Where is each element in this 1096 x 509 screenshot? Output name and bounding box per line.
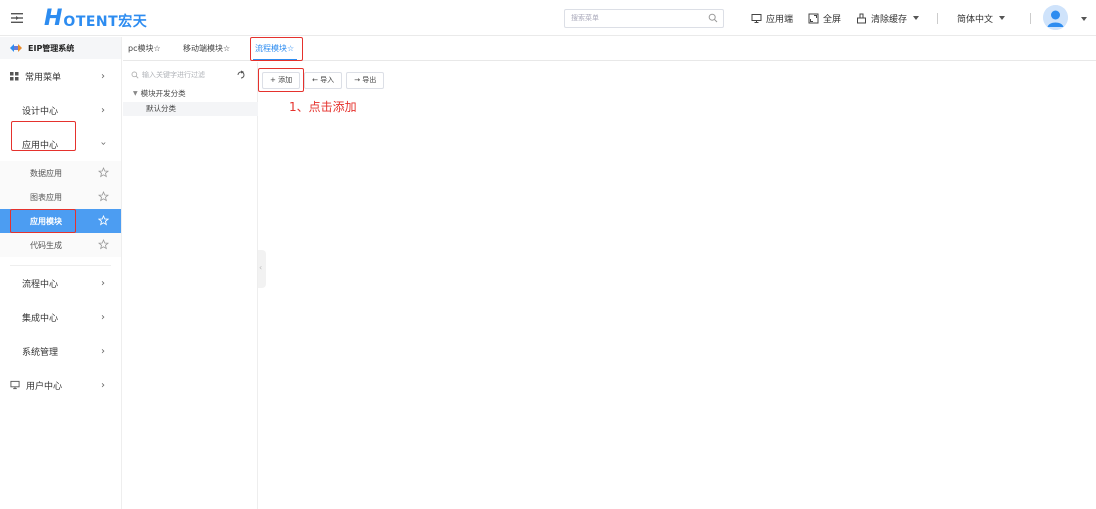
grid-icon	[10, 71, 19, 80]
refresh-icon[interactable]	[236, 70, 246, 80]
sidebar-item-flow[interactable]: 流程中心 ›	[0, 266, 121, 300]
star-icon[interactable]	[98, 239, 109, 250]
avatar[interactable]	[1043, 5, 1068, 30]
highlight-box-app-center	[11, 121, 76, 151]
caret-down-icon	[999, 16, 1006, 20]
sidebar-item-label: 设计中心	[22, 106, 59, 117]
tree-filter-placeholder: 输入关键字进行过滤	[142, 71, 205, 79]
sidebar-sub-item-label: 图表应用	[30, 192, 62, 202]
user-avatar-icon	[1043, 5, 1068, 30]
export-button[interactable]: → 导出	[346, 72, 385, 89]
chevron-right-icon: ›	[101, 105, 105, 116]
chevron-left-icon: ‹	[259, 263, 263, 272]
language-dropdown[interactable]: 简体中文	[957, 11, 1006, 25]
fullscreen-icon	[808, 13, 819, 23]
sidebar-sub-item-label: 数据应用	[30, 168, 62, 178]
top-header: H OTENT宏天 搜索菜单 应用端 全屏 清除缓存 简体中文	[0, 0, 1096, 36]
tab-mobile-module[interactable]: 移动端模块☆	[183, 43, 230, 54]
star-icon[interactable]	[98, 167, 109, 178]
tree-node-label: 模块开发分类	[140, 89, 186, 98]
chevron-down-icon: ›	[97, 141, 109, 146]
chevron-right-icon: ›	[101, 312, 105, 323]
sidebar-item-user-center[interactable]: 用户中心 ›	[0, 368, 121, 402]
chevron-right-icon: ›	[101, 346, 105, 357]
tree-filter-input[interactable]: 输入关键字进行过滤	[131, 70, 205, 80]
sidebar: EIP管理系统 常用菜单 › 设计中心 › 应用中心 › 数据应用 图表应用 应…	[0, 37, 122, 509]
category-tree-panel: 输入关键字进行过滤 ▼ 模块开发分类 默认分类	[123, 62, 258, 509]
star-icon[interactable]	[98, 215, 109, 226]
sidebar-item-label: 用户中心	[26, 381, 63, 392]
monitor-icon	[10, 380, 20, 390]
sidebar-sub-item-code-gen[interactable]: 代码生成	[0, 233, 121, 257]
star-icon[interactable]	[98, 191, 109, 202]
search-icon	[131, 71, 139, 79]
sidebar-item-favorites[interactable]: 常用菜单 ›	[0, 59, 121, 93]
app-end-label: 应用端	[766, 14, 794, 25]
divider	[937, 13, 938, 24]
system-logo-icon	[10, 44, 22, 52]
highlight-box-add	[258, 68, 304, 92]
monitor-icon	[751, 13, 762, 23]
logo: H OTENT宏天	[44, 7, 147, 31]
search-placeholder: 搜索菜单	[571, 14, 599, 22]
sidebar-sub-item-chart-app[interactable]: 图表应用	[0, 185, 121, 209]
chevron-right-icon: ›	[101, 380, 105, 391]
language-label: 简体中文	[957, 14, 994, 25]
logo-mark: H	[44, 6, 63, 31]
system-title-text: EIP管理系统	[28, 43, 75, 53]
tree-node-root[interactable]: ▼ 模块开发分类	[133, 88, 186, 99]
menu-fold-icon[interactable]	[10, 11, 24, 25]
broom-icon	[857, 13, 866, 23]
fullscreen-label: 全屏	[823, 14, 842, 25]
sidebar-item-system[interactable]: 系统管理 ›	[0, 334, 121, 368]
sidebar-item-label: 常用菜单	[25, 72, 62, 83]
sidebar-item-integration[interactable]: 集成中心 ›	[0, 300, 121, 334]
search-input[interactable]: 搜索菜单	[564, 9, 724, 28]
caret-down-icon: ▼	[133, 90, 138, 97]
sidebar-item-label: 集成中心	[22, 313, 59, 324]
avatar-caret-icon[interactable]	[1081, 17, 1087, 21]
chevron-right-icon: ›	[101, 278, 105, 289]
tree-node-default[interactable]: 默认分类	[123, 102, 258, 116]
clear-cache-dropdown[interactable]: 清除缓存	[856, 11, 920, 25]
fullscreen-button[interactable]: 全屏	[808, 11, 841, 25]
sidebar-item-label: 系统管理	[22, 347, 59, 358]
sidebar-sub-item-label: 代码生成	[30, 240, 62, 250]
sidebar-sub-item-data-app[interactable]: 数据应用	[0, 161, 121, 185]
highlight-box-app-module	[10, 209, 76, 233]
clear-cache-label: 清除缓存	[871, 14, 908, 25]
divider	[1030, 13, 1031, 24]
import-button[interactable]: ← 导入	[304, 72, 343, 89]
system-title: EIP管理系统	[0, 37, 121, 59]
chevron-right-icon: ›	[101, 71, 105, 82]
logo-text: OTENT宏天	[63, 14, 148, 30]
instruction-annotation: 1、点击添加	[289, 100, 357, 114]
tab-pc-module[interactable]: pc模块☆	[128, 43, 161, 54]
highlight-box-flow-tab	[250, 37, 303, 61]
sidebar-item-label: 流程中心	[22, 279, 59, 290]
app-end-button[interactable]: 应用端	[751, 11, 793, 25]
panel-collapse-handle[interactable]: ‹	[258, 250, 266, 288]
search-icon[interactable]	[708, 13, 718, 23]
caret-down-icon	[913, 16, 920, 20]
